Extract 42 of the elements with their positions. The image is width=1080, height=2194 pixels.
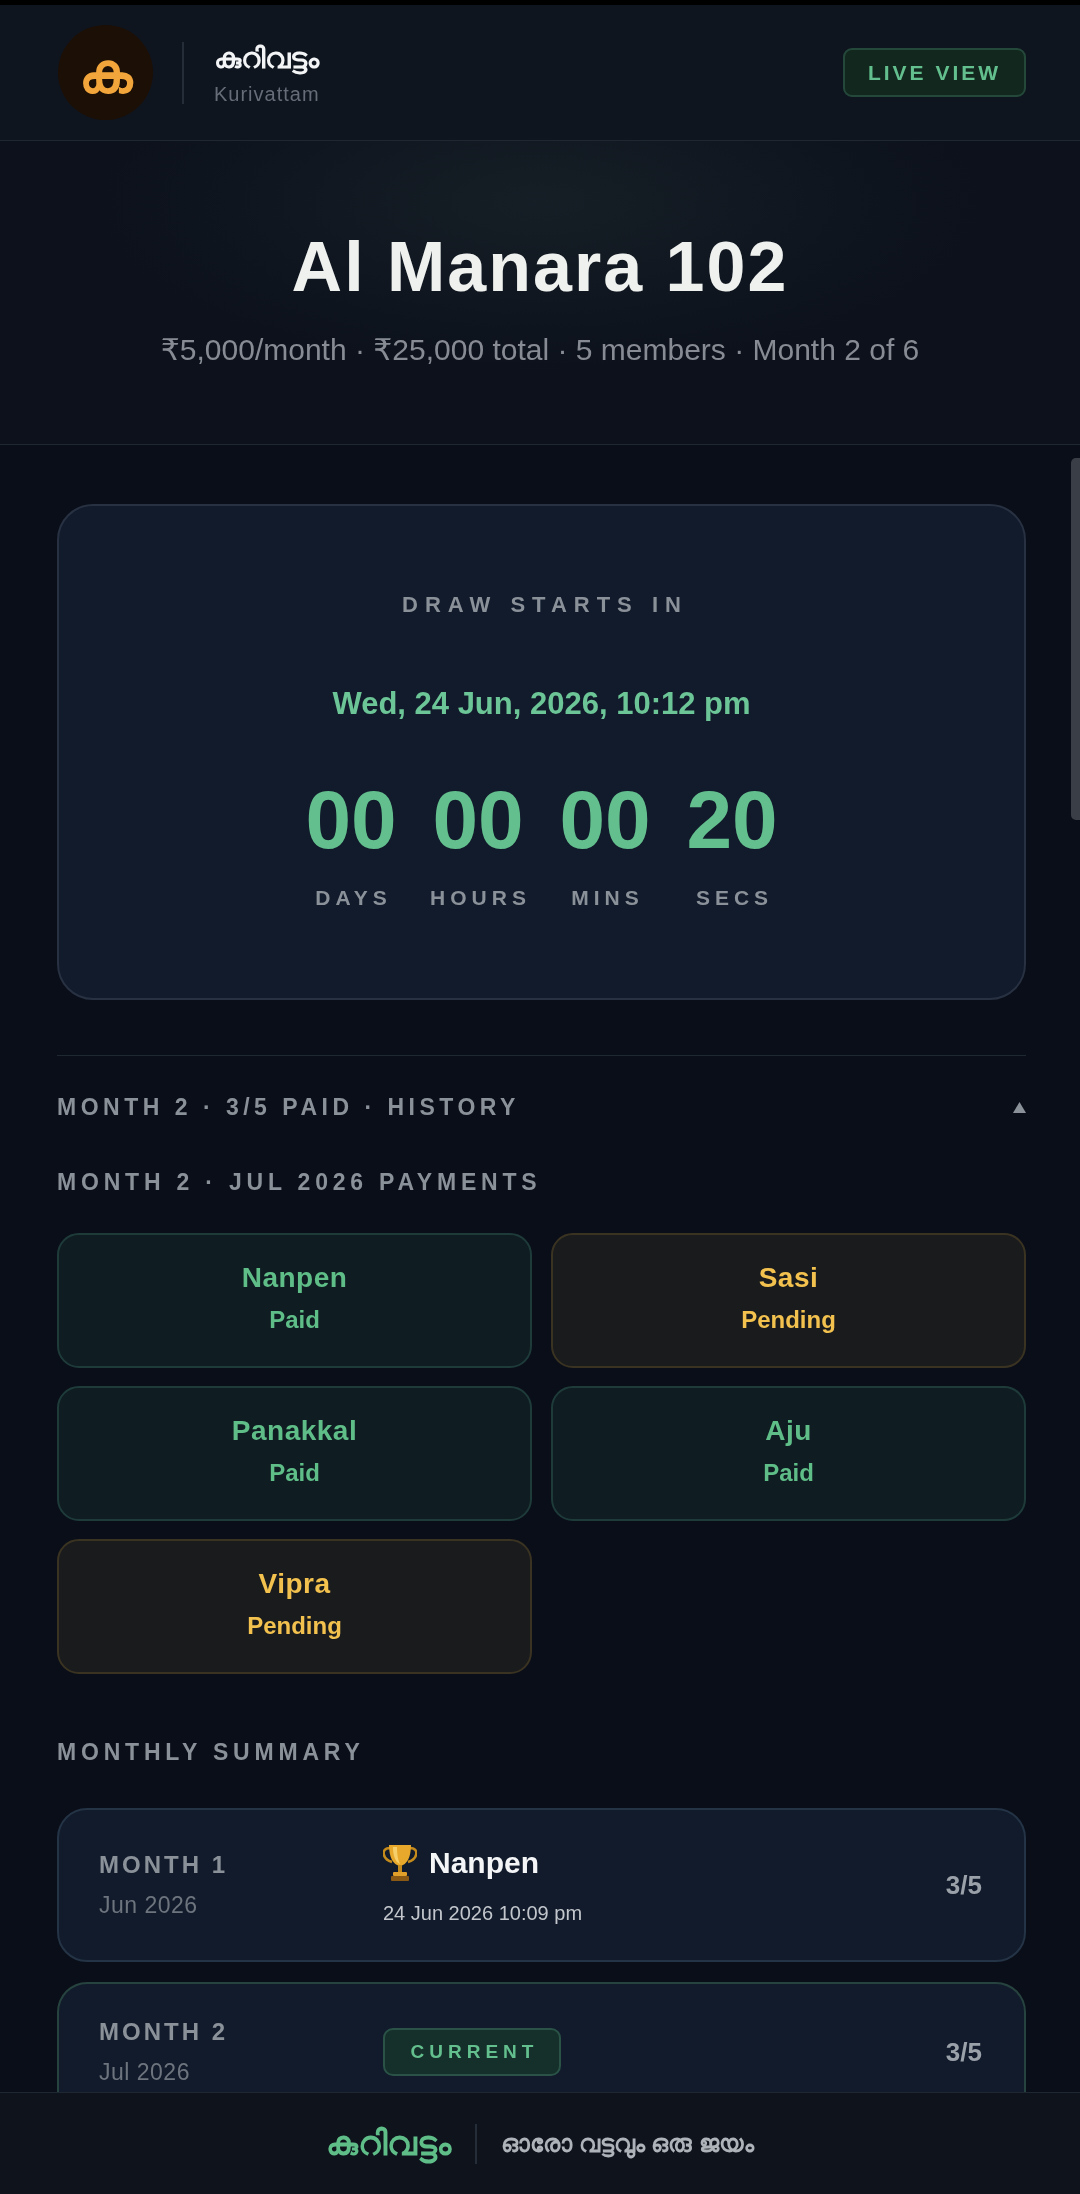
- month-date: Jul 2026: [99, 2058, 191, 2086]
- countdown-value: 20: [686, 775, 778, 865]
- countdown-value: 00: [305, 775, 397, 865]
- winner-name: Nanpen: [429, 1845, 539, 1881]
- member-name: Sasi: [758, 1260, 819, 1295]
- month-date: Jun 2026: [99, 1891, 199, 1919]
- app-subtitle: Kurivattam: [214, 81, 321, 107]
- payment-status: Paid: [763, 1457, 814, 1488]
- logo: ക: [58, 25, 153, 120]
- paid-count: 3/5: [945, 1869, 982, 1901]
- month-label: MONTH 2: [99, 2018, 229, 2046]
- month-label: MONTH 1: [99, 1851, 229, 1879]
- section-heading: MONTHLY SUMMARY: [57, 1738, 366, 1767]
- footer-tagline: ഓരോ വട്ടവും ഒരു ജയം: [501, 2129, 754, 2158]
- countdown-unit: HOURS: [429, 885, 531, 911]
- current-badge: CURRENT: [383, 2028, 561, 2076]
- app-title: കുറിവട്ടം: [214, 40, 321, 77]
- history-toggle[interactable]: MONTH 2 · 3/5 PAID · HISTORY: [57, 1089, 1026, 1125]
- trophy-icon: [383, 1844, 417, 1882]
- payment-status: Pending: [247, 1610, 342, 1641]
- payment-status: Paid: [269, 1304, 320, 1335]
- member-name: Aju: [765, 1413, 812, 1448]
- scrollbar-thumb[interactable]: [1071, 458, 1080, 820]
- footer-brand: കുറിവട്ടം: [326, 2123, 451, 2164]
- countdown-unit: SECS: [694, 885, 774, 911]
- draw-date: Wed, 24 Jun, 2026, 10:12 pm: [332, 685, 751, 723]
- payment-status: Paid: [269, 1457, 320, 1488]
- member-name: Panakkal: [231, 1413, 358, 1448]
- group-summary: ₹5,000/month · ₹25,000 total · 5 members · Month 2 of 6: [160, 332, 920, 368]
- live-view-button[interactable]: LIVE VIEW: [843, 48, 1026, 97]
- group-title: Al Manara 102: [291, 227, 789, 308]
- draw-time: 24 Jun 2026 10:09 pm: [383, 1901, 583, 1926]
- payment-status: Pending: [741, 1304, 836, 1335]
- member-name: Vipra: [258, 1566, 331, 1601]
- countdown-heading: DRAW STARTS IN: [401, 591, 688, 619]
- member-name: Nanpen: [241, 1260, 348, 1295]
- countdown-value: 00: [432, 775, 524, 865]
- countdown-unit: DAYS: [314, 885, 392, 911]
- countdown-value: 00: [559, 775, 651, 865]
- countdown-unit: MINS: [570, 885, 644, 911]
- paid-count: 3/5: [945, 2036, 982, 2068]
- section-heading: MONTH 2 · JUL 2026 PAYMENTS: [57, 1168, 543, 1197]
